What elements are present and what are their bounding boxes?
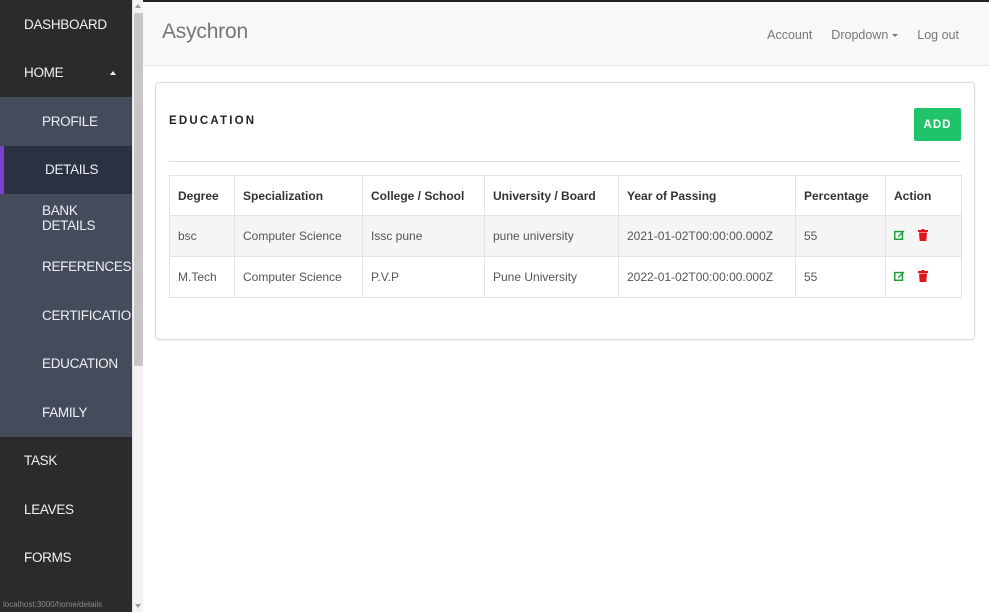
sidebar-item-label: FORMS xyxy=(24,550,72,566)
table-header-row: Degree Specialization College / School U… xyxy=(169,175,962,216)
caret-down-icon xyxy=(892,33,899,37)
divider xyxy=(169,161,961,162)
brand-name[interactable]: Asychron xyxy=(162,20,248,44)
sidebar-item-label: TASK xyxy=(24,453,58,469)
cell-action xyxy=(885,215,962,257)
column-header-action: Action xyxy=(885,175,962,216)
sidebar-item-label: DASHBOARD xyxy=(24,16,107,32)
sidebar-item-leaves[interactable]: LEAVES xyxy=(0,485,132,534)
scroll-up-arrow-icon[interactable] xyxy=(135,4,141,8)
cell-action xyxy=(885,256,962,298)
logout-link[interactable]: Log out xyxy=(917,28,959,42)
table-row: M.Tech Computer Science P.V.P Pune Unive… xyxy=(169,256,962,298)
column-header-percentage: Percentage xyxy=(795,175,886,216)
education-panel: EDUCATION ADD Degree Specialization Coll… xyxy=(155,82,975,340)
account-link[interactable]: Account xyxy=(767,28,812,42)
cell-year: 2022-01-02T00:00:00.000Z xyxy=(618,256,796,298)
status-url: localhost:3000/home/details xyxy=(3,600,103,609)
sidebar-item-label: DETAILS xyxy=(45,162,99,178)
sidebar-item-dashboard[interactable]: DASHBOARD xyxy=(0,0,132,49)
edit-icon[interactable] xyxy=(894,270,905,284)
scrollbar-thumb[interactable] xyxy=(134,13,143,366)
sidebar-item-label: PROFILE xyxy=(42,113,98,129)
cell-percentage: 55 xyxy=(795,256,886,298)
cell-specialization: Computer Science xyxy=(234,215,363,257)
sidebar-item-label: LEAVES xyxy=(24,501,74,517)
sidebar-item-task[interactable]: TASK xyxy=(0,437,132,486)
education-table: Degree Specialization College / School U… xyxy=(169,175,962,298)
sidebar-item-forms[interactable]: FORMS xyxy=(0,534,132,583)
sidebar-item-profile[interactable]: PROFILE xyxy=(0,97,132,146)
dropdown-menu[interactable]: Dropdown xyxy=(831,28,899,42)
caret-up-icon xyxy=(110,70,116,75)
sidebar-item-label: EDUCATION xyxy=(42,356,118,372)
sidebar: DASHBOARD HOME PROFILE DETAILS BANK DETA… xyxy=(0,0,132,612)
cell-percentage: 55 xyxy=(795,215,886,257)
sidebar-item-label: HOME xyxy=(24,65,64,81)
cell-college: P.V.P xyxy=(362,256,485,298)
column-header-university: University / Board xyxy=(484,175,619,216)
cell-university: Pune University xyxy=(484,256,619,298)
scroll-down-arrow-icon[interactable] xyxy=(135,604,141,608)
cell-college: Issc pune xyxy=(362,215,485,257)
sidebar-item-education[interactable]: EDUCATION xyxy=(0,339,132,388)
sidebar-item-details[interactable]: DETAILS xyxy=(0,145,132,194)
top-navbar: Asychron Account Dropdown Log out xyxy=(143,0,989,66)
column-header-year: Year of Passing xyxy=(618,175,796,216)
sidebar-item-certifications[interactable]: CERTIFICATIONS xyxy=(0,291,132,340)
sidebar-item-bank-details[interactable]: BANK DETAILS xyxy=(0,194,132,243)
column-header-college: College / School xyxy=(362,175,485,216)
sidebar-item-references[interactable]: REFERENCES xyxy=(0,242,132,291)
column-header-degree: Degree xyxy=(169,175,235,216)
edit-icon[interactable] xyxy=(894,229,905,243)
table-row: bsc Computer Science Issc pune pune univ… xyxy=(169,215,962,257)
cell-degree: bsc xyxy=(169,215,235,257)
cell-university: pune university xyxy=(484,215,619,257)
sidebar-item-label: REFERENCES xyxy=(42,259,132,275)
trash-icon[interactable] xyxy=(918,228,929,244)
navbar-links: Account Dropdown Log out xyxy=(767,28,959,42)
dropdown-label: Dropdown xyxy=(831,28,889,42)
sidebar-item-family[interactable]: FAMILY xyxy=(0,388,132,437)
cell-year: 2021-01-02T00:00:00.000Z xyxy=(618,215,796,257)
sidebar-item-home[interactable]: HOME xyxy=(0,49,132,98)
add-button[interactable]: ADD xyxy=(914,108,961,141)
column-header-specialization: Specialization xyxy=(234,175,363,216)
cell-specialization: Computer Science xyxy=(234,256,363,298)
panel-title: EDUCATION xyxy=(169,115,257,127)
sidebar-item-label: CERTIFICATIONS xyxy=(42,307,132,323)
sidebar-scrollbar[interactable] xyxy=(132,0,143,612)
sidebar-item-label: FAMILY xyxy=(42,404,88,420)
trash-icon[interactable] xyxy=(918,269,929,285)
sidebar-item-label: BANK DETAILS xyxy=(42,203,96,234)
cell-degree: M.Tech xyxy=(169,256,235,298)
